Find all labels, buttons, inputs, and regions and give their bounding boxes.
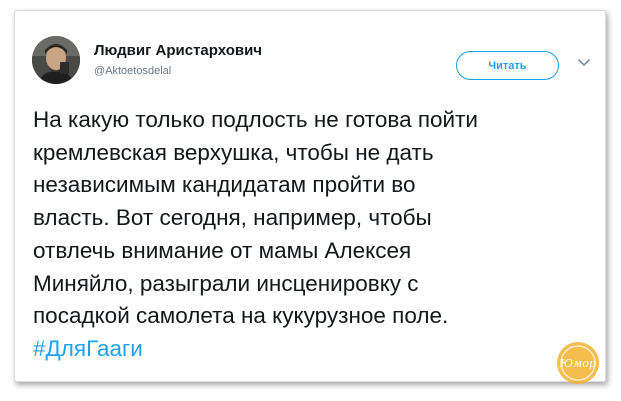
tweet-text-line: На какую только подлость не готова пойти	[33, 107, 478, 132]
chevron-down-icon[interactable]	[575, 54, 593, 72]
tweet-text-line: посадкой самолета на кукурузное поле.	[33, 303, 449, 329]
avatar[interactable]	[32, 36, 80, 84]
tweet-text-line: власть. Вот сегодня, например, чтобы	[33, 205, 432, 231]
tweet-text-line: отвлечь внимание от мамы Алексея	[33, 237, 412, 263]
avatar-photo	[32, 36, 80, 84]
author-block: Людвиг Аристархович @Aktoetosdelal	[94, 42, 262, 79]
watermark-logo: Юмор	[555, 340, 601, 386]
follow-button[interactable]: Читать	[456, 51, 559, 80]
tweet-text-line: кремлевская верхушка, чтобы не дать	[33, 139, 434, 165]
screenshot-frame: Людвиг Аристархович @Aktoetosdelal Читат…	[0, 0, 621, 401]
author-handle[interactable]: @Aktoetosdelal	[94, 63, 262, 79]
hashtag-link[interactable]: #ДляГааги	[33, 333, 573, 366]
author-display-name[interactable]: Людвиг Аристархович	[94, 42, 262, 60]
tweet-text-line: Миняйло, разыграли инсценировку с	[33, 270, 419, 296]
tweet-text-line: независимым кандидатам пройти во	[33, 172, 416, 198]
svg-text:Юмор: Юмор	[559, 357, 596, 370]
tweet-text: На какую только подлость не готова пойти…	[33, 104, 573, 366]
